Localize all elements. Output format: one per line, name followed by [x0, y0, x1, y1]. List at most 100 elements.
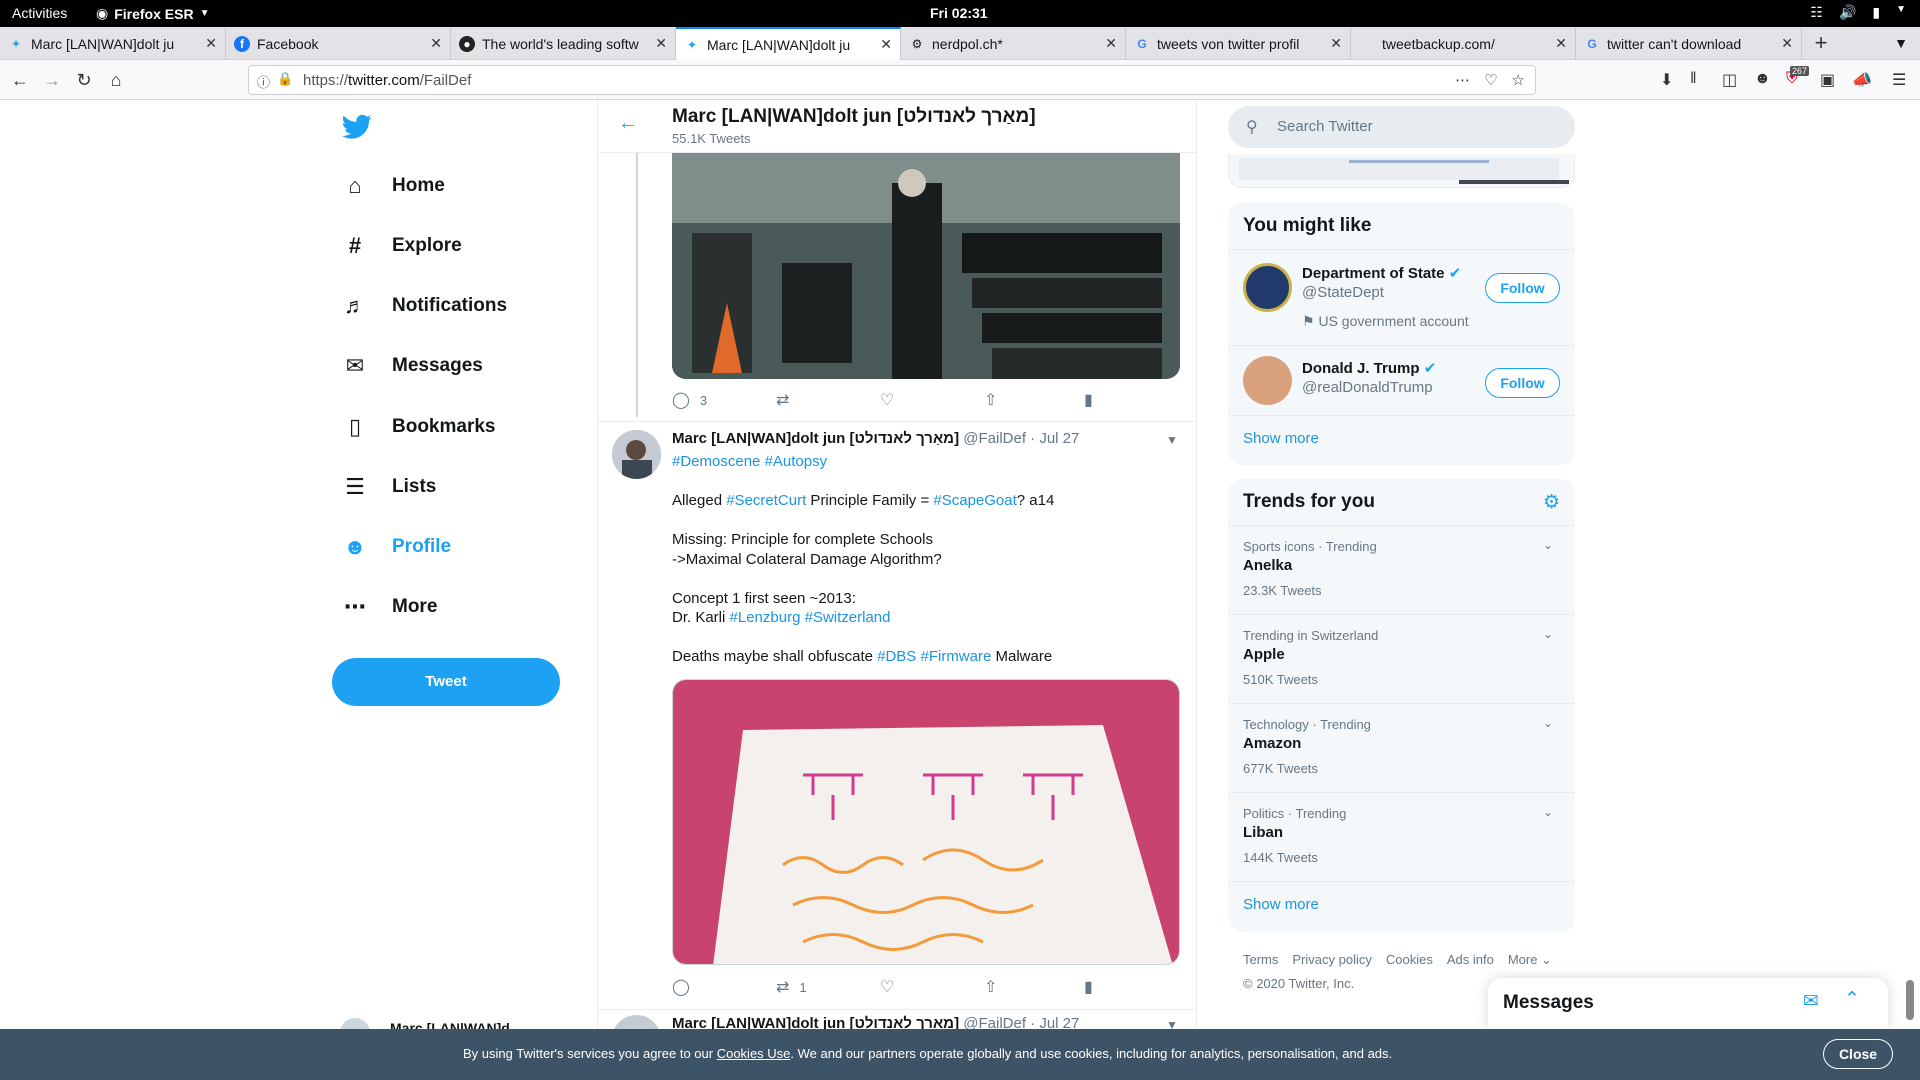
footer-link[interactable]: Terms	[1243, 952, 1278, 968]
library-icon[interactable]: ‖	[1690, 70, 1697, 88]
media-thumbnail-strip[interactable]	[1228, 154, 1575, 188]
tab-facebook[interactable]: f Facebook ✕	[226, 27, 451, 60]
system-tray[interactable]: ☷ 🔊 ▮ ▼	[1810, 4, 1906, 21]
back-arrow-icon[interactable]: ←	[618, 112, 638, 135]
new-tab-button[interactable]: +	[1806, 27, 1836, 60]
footer-link[interactable]: Cookies	[1386, 952, 1433, 968]
nav-home[interactable]: ⌂ Home	[340, 166, 444, 206]
nav-bookmarks[interactable]: ▯ Bookmarks	[340, 407, 496, 447]
sidebar-icon[interactable]: ◫	[1722, 70, 1737, 90]
close-icon[interactable]: ✕	[1781, 35, 1793, 52]
avatar[interactable]	[612, 430, 661, 479]
clock[interactable]: Fri 02:31	[930, 5, 988, 21]
trend-item[interactable]: Politics · Trending Liban 144K Tweets ⌄	[1228, 793, 1575, 882]
cookies-use-link[interactable]: Cookies Use	[717, 1046, 791, 1061]
nav-more[interactable]: ⋯ More	[340, 587, 437, 627]
trend-item[interactable]: Technology · Trending Amazon 677K Tweets…	[1228, 704, 1575, 793]
avatar[interactable]	[612, 1015, 661, 1029]
author-handle[interactable]: @FailDef	[963, 430, 1026, 447]
share-button[interactable]: ⇧	[984, 390, 997, 410]
forward-button[interactable]: →	[38, 66, 66, 94]
tweet-button[interactable]: Tweet	[332, 658, 560, 706]
tweet-date[interactable]: Jul 27	[1039, 1015, 1079, 1029]
suggested-account[interactable]: Donald J. Trump ✔ @realDonaldTrump Follo…	[1228, 346, 1575, 416]
tab-twitter-active[interactable]: ✦ Marc [LAN|WAN]dolt ju ✕	[676, 27, 901, 60]
show-more-link[interactable]: Show more	[1228, 416, 1334, 461]
tab-github[interactable]: ● The world's leading softw ✕	[451, 27, 676, 60]
nav-profile[interactable]: ☻ Profile	[340, 527, 451, 567]
bookmark-star-icon[interactable]: ☆	[1512, 71, 1525, 89]
url-bar[interactable]: ⓘ 🔒 https://twitter.com/FailDef ⋯ ♡ ☆	[248, 65, 1536, 95]
nav-notifications[interactable]: ♬ Notifications	[340, 286, 507, 326]
like-button[interactable]: ♡	[880, 390, 894, 410]
close-icon[interactable]: ✕	[430, 35, 442, 52]
share-button[interactable]: ⇧	[984, 977, 997, 997]
tab-nerdpol[interactable]: ⚙ nerdpol.ch* ✕	[901, 27, 1126, 60]
hashtag-link[interactable]: #Firmware	[920, 648, 991, 665]
footer-link[interactable]: Privacy policy	[1292, 952, 1371, 968]
page-actions-icon[interactable]: ⋯	[1455, 71, 1470, 89]
app-menu[interactable]: ◉ Firefox ESR ▼	[96, 5, 209, 22]
hashtag-link[interactable]: #Switzerland	[805, 609, 891, 626]
footer-link[interactable]: More ⌄	[1508, 952, 1552, 968]
close-icon[interactable]: ✕	[655, 35, 667, 52]
retweet-button[interactable]: ⇄ 1	[776, 977, 807, 997]
trend-item[interactable]: Trending in Switzerland Apple 510K Tweet…	[1228, 615, 1575, 704]
hamburger-menu-icon[interactable]: ☰	[1892, 70, 1906, 90]
analytics-button[interactable]: ▮	[1084, 390, 1093, 410]
activities-button[interactable]: Activities	[12, 5, 67, 21]
tab-google-1[interactable]: G tweets von twitter profil ✕	[1126, 27, 1351, 60]
scrollbar-thumb[interactable]	[1906, 980, 1914, 1020]
settings-gear-icon[interactable]: ⚙	[1543, 491, 1560, 514]
tweet-image-drawing[interactable]	[672, 679, 1180, 965]
tab-twitter-1[interactable]: ✦ Marc [LAN|WAN]dolt ju ✕	[0, 27, 226, 60]
retweet-button[interactable]: ⇄	[776, 390, 789, 410]
close-icon[interactable]: ✕	[1330, 35, 1342, 52]
chevron-down-icon[interactable]: ⌄	[1543, 538, 1553, 552]
reload-button[interactable]: ↻	[70, 66, 98, 94]
hashtag-link[interactable]: #SecretCurt	[726, 492, 806, 509]
new-message-icon[interactable]: ✉	[1803, 990, 1819, 1013]
close-button[interactable]: Close	[1823, 1039, 1893, 1069]
follow-button[interactable]: Follow	[1485, 273, 1560, 303]
nav-explore[interactable]: # Explore	[340, 226, 462, 266]
url-text[interactable]: https://twitter.com/FailDef	[303, 72, 471, 89]
analytics-button[interactable]: ▮	[1084, 977, 1093, 997]
lock-icon[interactable]: 🔒	[277, 71, 293, 87]
trend-item[interactable]: Sports icons · Trending Anelka 23.3K Twe…	[1228, 526, 1575, 615]
close-icon[interactable]: ✕	[880, 36, 892, 53]
twitter-logo[interactable]	[342, 114, 372, 145]
hashtag-link[interactable]: #Lenzburg	[730, 609, 801, 626]
chevron-down-icon[interactable]: ▼	[1166, 1018, 1178, 1029]
extension-icon[interactable]: ▣	[1820, 70, 1835, 90]
chevron-down-icon[interactable]: ▼	[1166, 433, 1178, 447]
chevron-down-icon[interactable]: ⌄	[1543, 627, 1553, 641]
close-icon[interactable]: ✕	[1105, 35, 1117, 52]
tweet-date[interactable]: Jul 27	[1039, 430, 1079, 447]
pocket-icon[interactable]: ♡	[1484, 71, 1497, 89]
show-more-link[interactable]: Show more	[1228, 882, 1575, 927]
reply-button[interactable]: ◯	[672, 977, 690, 997]
home-button[interactable]: ⌂	[102, 66, 130, 94]
tweet-image-studio[interactable]	[672, 153, 1180, 379]
chevron-down-icon[interactable]: ⌄	[1543, 805, 1553, 819]
author-handle[interactable]: @FailDef	[963, 1015, 1026, 1029]
close-icon[interactable]: ✕	[205, 35, 217, 52]
suggested-account[interactable]: Department of State ✔ @StateDept ⚑ US go…	[1228, 252, 1575, 346]
footer-link[interactable]: Ads info	[1447, 952, 1494, 968]
chevron-down-icon[interactable]: ⌄	[1543, 716, 1553, 730]
sync-icon[interactable]: ☻	[1754, 70, 1771, 88]
hashtag-link[interactable]: #Autopsy	[765, 453, 828, 470]
info-icon[interactable]: ⓘ	[257, 72, 270, 91]
reply-button[interactable]: ◯ 3	[672, 390, 707, 410]
author-name[interactable]: Marc [LAN|WAN]dolt jun [מאַרך לאנדולט]	[672, 430, 959, 447]
back-button[interactable]: ←	[6, 66, 34, 94]
tab-tweetbackup[interactable]: tweetbackup.com/ ✕	[1351, 27, 1576, 60]
hashtag-link[interactable]: #ScapeGoat	[933, 492, 1016, 509]
follow-button[interactable]: Follow	[1485, 368, 1560, 398]
search-input[interactable]: ⚲ Search Twitter	[1228, 106, 1575, 148]
nav-lists[interactable]: ☰ Lists	[340, 467, 436, 507]
like-button[interactable]: ♡	[880, 977, 894, 997]
messages-drawer[interactable]: Messages ✉ ⌃	[1488, 978, 1888, 1029]
tab-google-2[interactable]: G twitter can't download ✕	[1576, 27, 1802, 60]
